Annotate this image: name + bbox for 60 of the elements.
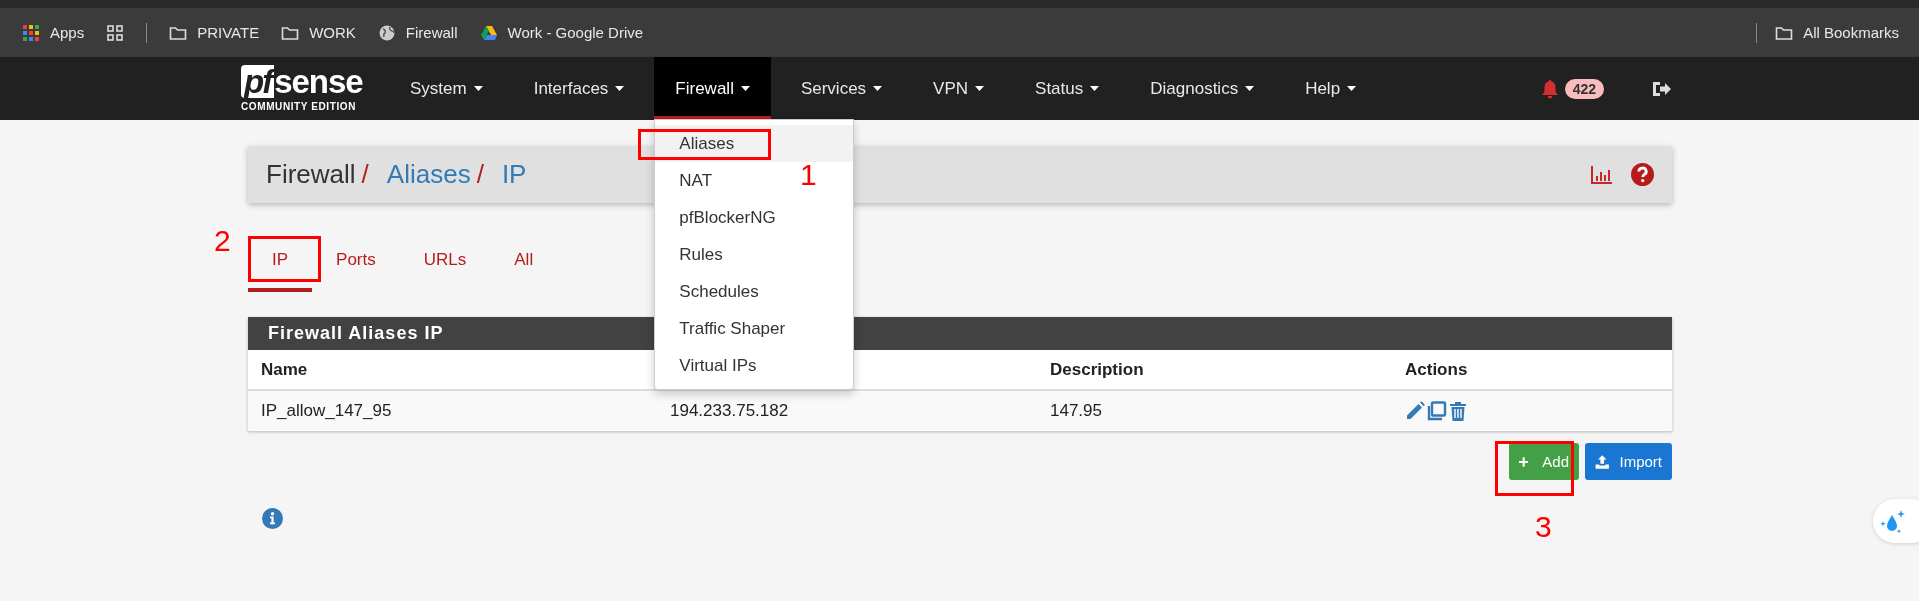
nav-menu-item[interactable]: Diagnostics <box>1129 57 1276 120</box>
caret-icon <box>1245 85 1255 92</box>
table-cell-text: IP_allow_147_95 <box>260 400 393 422</box>
bookmark-item[interactable]: Work - Google Drive <box>479 23 644 42</box>
chart-icon[interactable] <box>1591 164 1613 185</box>
table-cell-text: 147.95 <box>1049 400 1103 422</box>
drive-icon <box>479 23 498 42</box>
caret-icon <box>975 85 985 92</box>
breadcrumb-text: Firewall <box>266 159 356 190</box>
dropdown-item[interactable]: Virtual IPs <box>655 347 781 384</box>
bookmark-item[interactable]: Firewall <box>377 23 458 42</box>
notification-count[interactable]: 422 <box>1564 78 1604 99</box>
apps-icon <box>22 23 40 42</box>
logout-icon[interactable] <box>1652 79 1672 98</box>
bookmark-item[interactable]: PRIVATE <box>169 23 260 42</box>
globe-icon <box>377 23 396 42</box>
copy-icon[interactable] <box>1427 401 1447 421</box>
bookmark-item[interactable]: Apps <box>22 23 85 42</box>
annotation-number: 2 <box>214 226 231 256</box>
caret-icon <box>873 85 883 92</box>
help-icon[interactable] <box>1631 163 1654 186</box>
breadcrumb-separator: / <box>361 159 369 190</box>
column-header: Actions <box>1404 358 1469 381</box>
trash-icon[interactable] <box>1449 401 1467 421</box>
tab[interactable]: All <box>490 232 558 292</box>
dropdown-item[interactable]: pfBlockerNG <box>655 199 800 236</box>
column-header: Name <box>260 358 309 381</box>
annotation-number: 3 <box>1535 512 1552 542</box>
bookmark-item[interactable]: WORK <box>281 23 356 42</box>
logo[interactable]: pfsense COMMUNITY EDITION <box>241 57 373 120</box>
annotation-number: 1 <box>800 160 817 190</box>
bookmark-item[interactable]: All Bookmarks <box>1775 23 1899 42</box>
tab[interactable]: IP <box>248 232 313 292</box>
breadcrumb-separator: / <box>476 159 484 190</box>
caret-icon <box>1347 85 1357 92</box>
tab[interactable]: URLs <box>399 232 491 292</box>
nav-menu-item[interactable]: Interfaces <box>512 57 646 120</box>
nav-menu-item[interactable]: System <box>389 57 504 120</box>
dropdown-item[interactable]: NAT <box>655 162 737 199</box>
nav-menu-item[interactable]: Status <box>1014 57 1121 120</box>
floating-widget[interactable] <box>1873 499 1919 543</box>
caret-icon <box>473 85 483 92</box>
grid-icon[interactable] <box>106 23 125 42</box>
table-cell-text: 194.233.75.182 <box>669 400 790 422</box>
dropdown-item[interactable]: Rules <box>655 236 747 273</box>
import-button[interactable]: Import <box>1585 443 1672 480</box>
nav-menu-item[interactable]: VPN <box>912 57 1006 120</box>
column-header: Description <box>1049 358 1145 381</box>
nav-menu-item[interactable]: Firewall <box>654 57 771 120</box>
dropdown-item[interactable]: Schedules <box>655 273 783 310</box>
tab[interactable]: Ports <box>312 232 400 292</box>
edit-icon[interactable] <box>1405 401 1425 421</box>
info-icon[interactable] <box>262 508 283 529</box>
bell-icon <box>1540 78 1559 99</box>
caret-icon <box>1090 85 1100 92</box>
caret-icon <box>740 85 750 92</box>
nav-menu-item[interactable]: Help <box>1284 57 1378 120</box>
dropdown-item[interactable]: Traffic Shaper <box>655 310 810 347</box>
caret-icon <box>615 85 625 92</box>
nav-menu-item[interactable]: Services <box>779 57 904 120</box>
